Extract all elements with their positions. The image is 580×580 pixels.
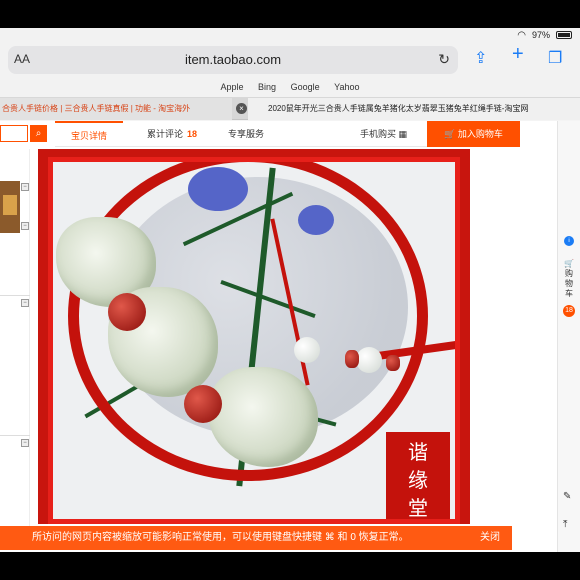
search-icon[interactable]: ⌕ — [30, 125, 47, 142]
shop-thumbnail[interactable] — [0, 181, 20, 233]
add-to-cart-button[interactable]: 🛒 加入购物车 — [427, 121, 520, 147]
new-tab-icon[interactable]: + — [512, 43, 524, 66]
favorite-apple[interactable]: Apple — [221, 82, 244, 92]
notice-close-button[interactable]: 关闭 — [480, 526, 500, 550]
status-bar: ◠ 97% — [517, 28, 572, 42]
zoom-notice-bar: 所访问的网页内容被缩放可能影响正常使用，可以使用键盘快捷键 ⌘ 和 0 恢复正常… — [0, 526, 512, 550]
battery-icon — [556, 31, 572, 39]
reviews-count: 18 — [187, 129, 198, 139]
left-sidebar: − − − − — [0, 149, 30, 549]
detail-tabbar: 宝贝详情 累计评论 18 专享服务 手机购买 ▦ 🛒 加入购物车 — [55, 121, 520, 147]
cart-icon: 🛒 — [444, 129, 456, 139]
device: AA item.taobao.com ↻ ⇪ + ❐ Apple Bing Go… — [0, 0, 580, 580]
info-dot-icon[interactable]: i — [564, 236, 574, 246]
cart-icon: 🛒 — [564, 259, 574, 268]
zoom-notice-text: 所访问的网页内容被缩放可能影响正常使用，可以使用键盘快捷键 ⌘ 和 0 恢复正常… — [32, 532, 409, 543]
red-lattice-border — [48, 157, 460, 524]
divider — [0, 295, 30, 296]
close-tab-icon[interactable]: × — [236, 103, 247, 114]
url-text[interactable]: item.taobao.com — [8, 52, 458, 67]
divider — [0, 435, 30, 436]
favorite-yahoo[interactable]: Yahoo — [334, 82, 359, 92]
collapse-icon[interactable]: − — [21, 183, 29, 191]
tab-reviews[interactable]: 累计评论 18 — [147, 121, 197, 147]
browser-tabs: 合贵人手链价格 | 三合贵人手链真假 | 功能 - 淘宝海外 × 2020鼠年开… — [0, 98, 580, 120]
cart-count-badge: 18 — [563, 305, 575, 317]
sidebar-cart[interactable]: 🛒 购物车 — [562, 259, 576, 299]
battery-percent: 97% — [531, 30, 550, 40]
collapse-icon[interactable]: − — [21, 299, 29, 307]
wifi-icon: ◠ — [517, 29, 526, 41]
tab-taobao-item[interactable]: 2020鼠年开光三合贵人手链属兔羊猪化太岁翡翠玉猪兔羊红绳手链-淘宝网 — [248, 98, 580, 120]
favorites-bar: Apple Bing Google Yahoo — [0, 82, 580, 92]
tab-reviews-label: 累计评论 — [147, 129, 184, 139]
tab-service[interactable]: 专享服务 — [228, 121, 264, 147]
tab-details[interactable]: 宝贝详情 — [55, 121, 124, 147]
tab-mobile-label: 手机购买 — [360, 129, 397, 139]
bottom-bezel — [0, 552, 580, 580]
reload-icon[interactable]: ↻ — [438, 51, 450, 68]
product-image: 谐 缘 堂 — [38, 149, 470, 524]
tabs-overview-icon[interactable]: ❐ — [548, 48, 562, 68]
tab-mobile[interactable]: 手机购买 ▦ — [360, 121, 407, 147]
right-sidebar: i 🛒 购物车 18 ✎ ⤒ — [557, 121, 580, 552]
address-bar[interactable]: AA item.taobao.com ↻ — [8, 46, 458, 74]
favorite-bing[interactable]: Bing — [258, 82, 276, 92]
safari-toolbar: AA item.taobao.com ↻ ⇪ + ❐ Apple Bing Go… — [0, 28, 580, 98]
back-to-top-icon[interactable]: ⤒ — [563, 519, 567, 530]
qrcode-icon: ▦ — [398, 129, 408, 139]
edit-icon[interactable]: ✎ — [563, 491, 571, 502]
collapse-icon[interactable]: − — [21, 439, 29, 447]
search-input[interactable] — [0, 125, 28, 142]
collapse-icon[interactable]: − — [21, 222, 29, 230]
sidebar-cart-label: 购物车 — [565, 269, 573, 298]
favorite-google[interactable]: Google — [291, 82, 320, 92]
page-content: ⌕ 宝贝详情 累计评论 18 专享服务 手机购买 ▦ 🛒 加入购物车 − − − … — [0, 121, 580, 552]
tab-taobao-overseas[interactable]: 合贵人手链价格 | 三合贵人手链真假 | 功能 - 淘宝海外 — [0, 98, 232, 120]
share-icon[interactable]: ⇪ — [474, 48, 487, 68]
product-photo: 谐 缘 堂 — [48, 157, 460, 524]
add-to-cart-label: 加入购物车 — [457, 129, 503, 139]
